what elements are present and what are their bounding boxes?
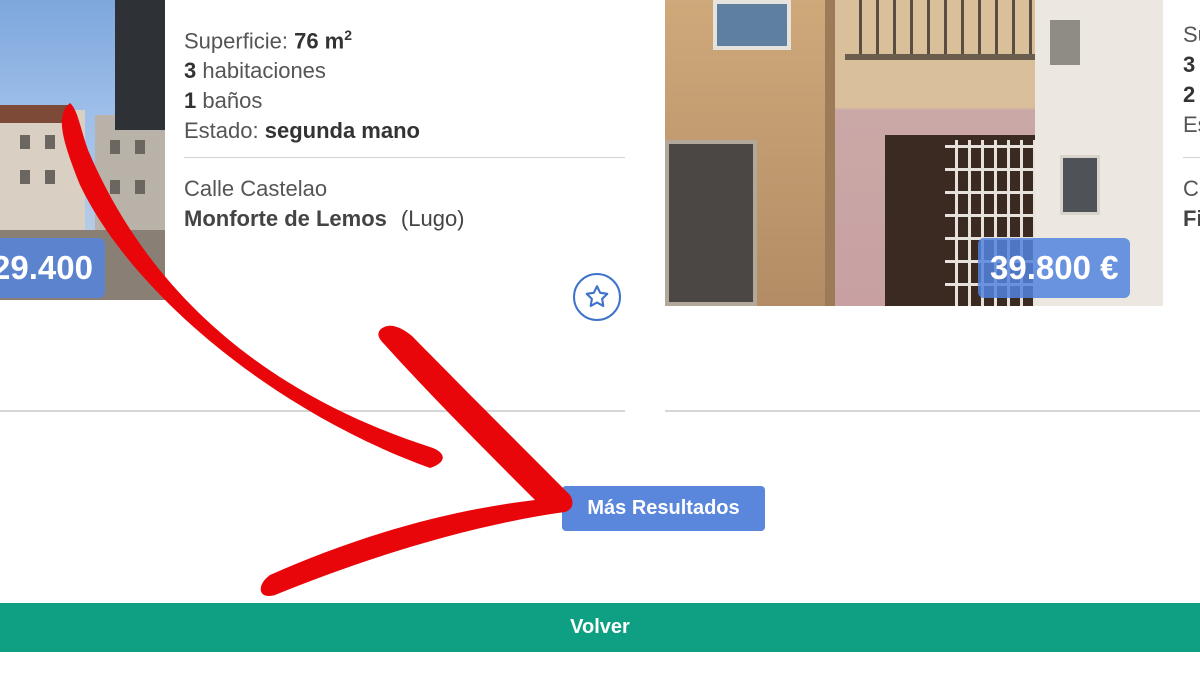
listing-1-city: Monforte de Lemos <box>184 206 387 231</box>
photo-window <box>45 170 55 184</box>
superficie-value: 76 m <box>294 28 345 54</box>
rooms-label: habitaciones <box>202 58 326 84</box>
estado-row: Estado: segunda mano <box>184 116 624 146</box>
superficie-row: Superficie: 76 m2 <box>184 20 624 56</box>
baths-count: 1 <box>184 88 197 114</box>
card-divider <box>0 410 625 412</box>
photo-window <box>135 180 145 194</box>
photo-window <box>1060 155 1100 215</box>
favorite-button[interactable] <box>573 273 621 321</box>
photo-door <box>665 140 757 306</box>
photo-window <box>45 135 55 149</box>
photo-window <box>1050 20 1080 65</box>
listing-3-baths: 2 <box>1183 82 1196 107</box>
star-icon <box>585 285 609 308</box>
rooms-count: 3 <box>184 58 197 84</box>
photo-window <box>110 180 120 194</box>
photo-window <box>135 140 145 154</box>
listing-3-line: Su <box>1183 22 1200 47</box>
listing-1-price: 29.400 <box>0 238 105 298</box>
listing-3-rooms: 3 <box>1183 52 1196 77</box>
more-results-button[interactable]: Más Resultados <box>562 486 765 531</box>
listing-3-details: Su 3 2 Es <box>1183 20 1200 140</box>
photo-roof <box>0 105 70 123</box>
listing-3-line: 2 <box>1183 80 1200 110</box>
arrow-head <box>260 325 573 596</box>
listing-1-location: Monforte de Lemos (Lugo) <box>184 206 465 232</box>
photo-window <box>20 135 30 149</box>
listing-3-city: Fi <box>1183 206 1200 231</box>
divider <box>184 157 625 158</box>
estado-value: segunda mano <box>264 118 420 144</box>
card-divider <box>665 410 1200 412</box>
estado-label: Estado: <box>184 118 259 144</box>
rooms-row: 3 habitaciones <box>184 56 624 86</box>
listing-3-street: C <box>1183 176 1199 201</box>
listing-1-details: Superficie: 76 m2 3 habitaciones 1 baños… <box>184 20 624 146</box>
photo-window <box>110 140 120 154</box>
listing-3-line: 3 <box>1183 50 1200 80</box>
listing-3-line: Es <box>1183 112 1200 137</box>
baths-label: baños <box>202 88 263 114</box>
photo-window <box>713 0 791 50</box>
photo-window <box>20 170 30 184</box>
listing-1-street: Calle Castelao <box>184 176 328 201</box>
photo-balcony <box>845 0 1035 60</box>
superficie-exponent: 2 <box>344 27 353 43</box>
superficie-label: Superficie: <box>184 28 288 54</box>
listing-1-province: (Lugo) <box>400 206 465 231</box>
photo-wall <box>115 0 165 130</box>
divider <box>1183 157 1200 158</box>
back-button[interactable]: Volver <box>0 603 1200 652</box>
baths-row: 1 baños <box>184 86 624 116</box>
listing-2-price: 39.800 € <box>978 238 1131 298</box>
